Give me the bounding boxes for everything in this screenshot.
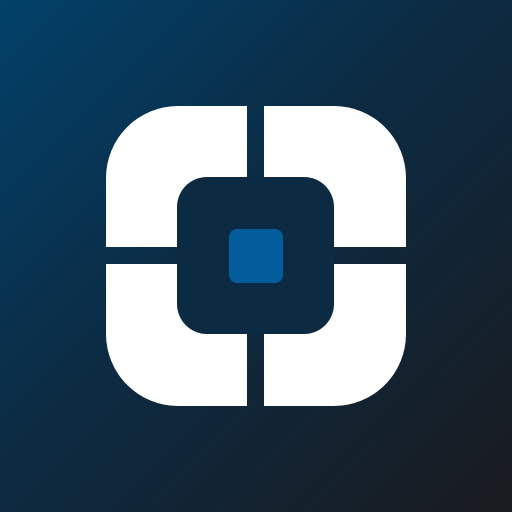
- center-dot: [229, 229, 283, 283]
- target-frame-icon: [106, 106, 406, 406]
- app-icon[interactable]: [0, 0, 512, 512]
